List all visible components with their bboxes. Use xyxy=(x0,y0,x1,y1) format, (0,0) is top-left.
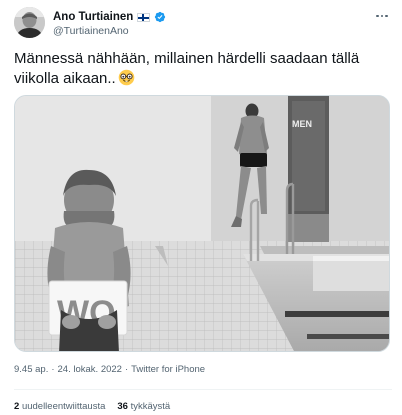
avatar[interactable] xyxy=(14,7,45,38)
retweets-stat[interactable]: 2 uudelleentwiittausta xyxy=(14,401,105,412)
verified-badge-icon xyxy=(155,11,166,23)
tweet-text: Männessä nähhään, millainen härdelli saa… xyxy=(14,49,389,89)
tweet-date[interactable]: 24. lokak. 2022 xyxy=(58,364,122,375)
retweets-label: uudelleentwiittausta xyxy=(21,401,106,412)
tweet-meta: 9.45 ap. · 24. lokak. 2022 · Twitter for iPh… xyxy=(14,364,205,375)
tweet-time[interactable]: 9.45 ap. xyxy=(14,364,48,375)
likes-label: tykkäystä xyxy=(130,401,171,412)
nerd-face-icon xyxy=(118,69,135,86)
door-sign: MEN xyxy=(292,119,312,129)
tweet-source[interactable]: Twitter for iPhone xyxy=(131,364,205,375)
likes-count: 36 xyxy=(117,401,128,412)
tweet-photo[interactable]: MEN WO xyxy=(14,95,390,352)
tweet-text-content: Männessä nähhään, millainen härdelli saa… xyxy=(14,50,360,87)
user-handle[interactable]: @TurtiainenAno xyxy=(53,25,129,37)
author-name-row[interactable]: Ano Turtiainen xyxy=(53,10,166,24)
display-name[interactable]: Ano Turtiainen xyxy=(53,11,133,23)
tweet-card: Ano Turtiainen @TurtiainenAno Männessä n… xyxy=(0,0,402,415)
tweet-stats: 2 uudelleentwiittausta 36 tykkäystä xyxy=(14,401,170,412)
more-icon[interactable] xyxy=(372,9,392,23)
finland-flag-icon xyxy=(137,12,151,22)
divider xyxy=(14,389,392,390)
meta-separator: · xyxy=(124,364,129,375)
retweets-count: 2 xyxy=(14,401,20,412)
meta-separator: · xyxy=(51,364,55,375)
likes-stat[interactable]: 36 tykkäystä xyxy=(117,401,170,412)
